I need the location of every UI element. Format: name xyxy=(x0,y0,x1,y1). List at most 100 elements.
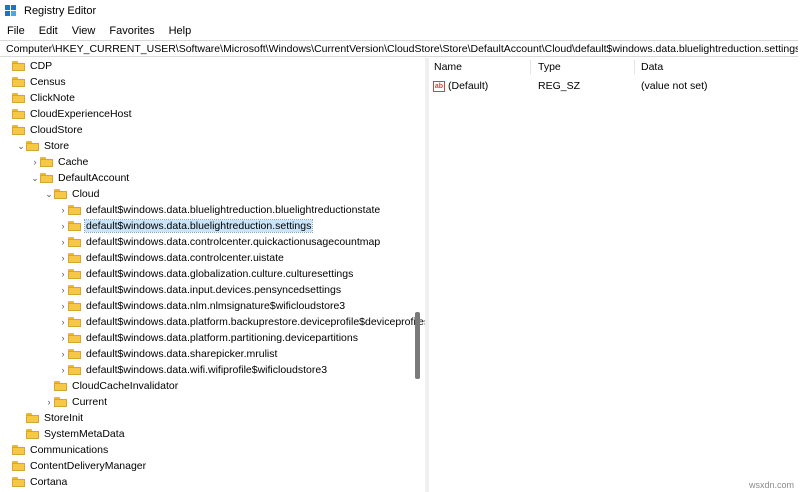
folder-icon xyxy=(68,237,81,247)
folder-icon xyxy=(68,317,81,327)
pane-splitter[interactable] xyxy=(425,58,429,492)
no-chevron-spacer xyxy=(2,106,12,122)
tree-item[interactable]: StoreInit xyxy=(16,410,84,426)
folder-icon xyxy=(68,269,81,279)
tree-item[interactable]: CloudStore xyxy=(2,122,84,138)
tree-item-label: DefaultAccount xyxy=(58,172,130,184)
folder-icon xyxy=(26,141,39,151)
column-divider[interactable] xyxy=(530,60,531,74)
expand-chevron-right-icon[interactable]: › xyxy=(58,202,68,218)
column-header-data[interactable]: Data xyxy=(641,58,663,76)
tree-item-label: default$windows.data.nlm.nlmsignature$wi… xyxy=(86,300,346,312)
tree-item[interactable]: › Cache xyxy=(30,154,89,170)
tree-item[interactable]: › default$windows.data.wifi.wifiprofile$w… xyxy=(58,362,328,378)
address-bar[interactable]: Computer\HKEY_CURRENT_USER\Software\Micr… xyxy=(0,40,798,57)
folder-icon xyxy=(26,413,39,423)
value-type: REG_SZ xyxy=(538,80,581,92)
expand-chevron-right-icon[interactable]: › xyxy=(58,362,68,378)
folder-icon xyxy=(12,477,25,487)
tree-item-label: Cache xyxy=(58,156,89,168)
expand-chevron-down-icon[interactable]: ⌄ xyxy=(44,186,54,202)
column-divider[interactable] xyxy=(634,60,635,74)
expand-chevron-down-icon[interactable]: ⌄ xyxy=(16,138,26,154)
tree-item-label: StoreInit xyxy=(44,412,84,424)
tree-item[interactable]: › default$windows.data.nlm.nlmsignature$w… xyxy=(58,298,346,314)
tree-item[interactable]: › default$windows.data.bluelightreduction… xyxy=(58,218,314,234)
tree-item[interactable]: › Current xyxy=(44,394,108,410)
tree-item-label: default$windows.data.sharepicker.mrulist xyxy=(86,348,278,360)
expand-chevron-right-icon[interactable]: › xyxy=(58,250,68,266)
tree-item[interactable]: › default$windows.data.sharepicker.mrulis… xyxy=(58,346,278,362)
folder-icon xyxy=(40,173,53,183)
expand-chevron-right-icon[interactable]: › xyxy=(58,282,68,298)
folder-icon xyxy=(68,253,81,263)
tree-item[interactable]: › default$windows.data.controlcenter.uist… xyxy=(58,250,285,266)
tree-item[interactable]: ContentDeliveryManager xyxy=(2,458,147,474)
expand-chevron-down-icon[interactable]: ⌄ xyxy=(30,170,40,186)
tree-item[interactable]: › default$windows.data.input.devices.pens… xyxy=(58,282,342,298)
tree-item-label: CloudExperienceHost xyxy=(30,108,132,120)
folder-icon xyxy=(12,445,25,455)
expand-chevron-right-icon[interactable]: › xyxy=(58,218,68,234)
menu-file[interactable]: File xyxy=(0,25,32,37)
menu-help[interactable]: Help xyxy=(162,25,199,37)
expand-chevron-right-icon[interactable]: › xyxy=(58,266,68,282)
folder-icon xyxy=(68,301,81,311)
no-chevron-spacer xyxy=(44,378,54,394)
no-chevron-spacer xyxy=(2,58,12,74)
expand-chevron-right-icon[interactable]: › xyxy=(44,394,54,410)
tree-item-label: default$windows.data.platform.backuprest… xyxy=(86,316,426,328)
tree-item[interactable]: CloudExperienceHost xyxy=(2,106,133,122)
tree-item-label: Current xyxy=(72,396,108,408)
tree-item[interactable]: Cortana xyxy=(2,474,68,490)
tree-item[interactable]: › default$windows.data.platform.partition… xyxy=(58,330,359,346)
tree-item-label: default$windows.data.input.devices.pensy… xyxy=(86,284,342,296)
tree-item[interactable]: Communications xyxy=(2,442,109,458)
no-chevron-spacer xyxy=(2,74,12,90)
tree-scrollbar-thumb[interactable] xyxy=(415,312,420,379)
folder-icon xyxy=(12,77,25,87)
folder-icon xyxy=(12,93,25,103)
tree-item[interactable]: ⌄ Cloud xyxy=(44,186,100,202)
values-pane[interactable]: Name Type Data ab (Default) REG_SZ (valu… xyxy=(430,58,800,492)
tree-item-label: default$windows.data.platform.partitioni… xyxy=(86,332,358,344)
tree-item[interactable]: › default$windows.data.platform.backupres… xyxy=(58,314,426,330)
column-header-name[interactable]: Name xyxy=(434,58,462,76)
tree-item[interactable]: CloudCacheInvalidator xyxy=(44,378,179,394)
no-chevron-spacer xyxy=(16,410,26,426)
folder-icon xyxy=(68,285,81,295)
key-tree-pane[interactable]: CDP Census ClickNote CloudExperienceHost Clo… xyxy=(0,58,426,492)
no-chevron-spacer xyxy=(16,426,26,442)
folder-icon xyxy=(12,461,25,471)
tree-item-label: ContentDeliveryManager xyxy=(30,460,147,472)
tree-item[interactable]: CDP xyxy=(2,58,53,74)
tree-item[interactable]: › default$windows.data.controlcenter.quic… xyxy=(58,234,381,250)
expand-chevron-right-icon[interactable]: › xyxy=(30,154,40,170)
tree-item[interactable]: › default$windows.data.globalization.cult… xyxy=(58,266,354,282)
tree-item-label: CDP xyxy=(30,60,53,72)
tree-item-label: Store xyxy=(44,140,70,152)
value-name: (Default) xyxy=(448,80,489,92)
folder-icon xyxy=(12,125,25,135)
no-chevron-spacer xyxy=(2,90,12,106)
column-header-type[interactable]: Type xyxy=(538,58,561,76)
no-chevron-spacer xyxy=(2,458,12,474)
tree-item-label: CloudStore xyxy=(30,124,83,136)
tree-item-label: default$windows.data.controlcenter.uista… xyxy=(86,252,284,264)
menu-favorites[interactable]: Favorites xyxy=(102,25,161,37)
tree-item[interactable]: › default$windows.data.bluelightreduction… xyxy=(58,202,381,218)
tree-item[interactable]: SystemMetaData xyxy=(16,426,126,442)
value-row-default[interactable]: ab (Default) REG_SZ (value not set) xyxy=(430,78,800,94)
expand-chevron-right-icon[interactable]: › xyxy=(58,298,68,314)
tree-item[interactable]: ⌄ DefaultAccount xyxy=(30,170,130,186)
tree-item[interactable]: ⌄ Store xyxy=(16,138,70,154)
string-value-icon: ab xyxy=(433,80,445,92)
expand-chevron-right-icon[interactable]: › xyxy=(58,314,68,330)
expand-chevron-right-icon[interactable]: › xyxy=(58,346,68,362)
menu-view[interactable]: View xyxy=(65,25,103,37)
expand-chevron-right-icon[interactable]: › xyxy=(58,234,68,250)
tree-item[interactable]: ClickNote xyxy=(2,90,76,106)
tree-item[interactable]: Census xyxy=(2,74,67,90)
menu-edit[interactable]: Edit xyxy=(32,25,65,37)
expand-chevron-right-icon[interactable]: › xyxy=(58,330,68,346)
